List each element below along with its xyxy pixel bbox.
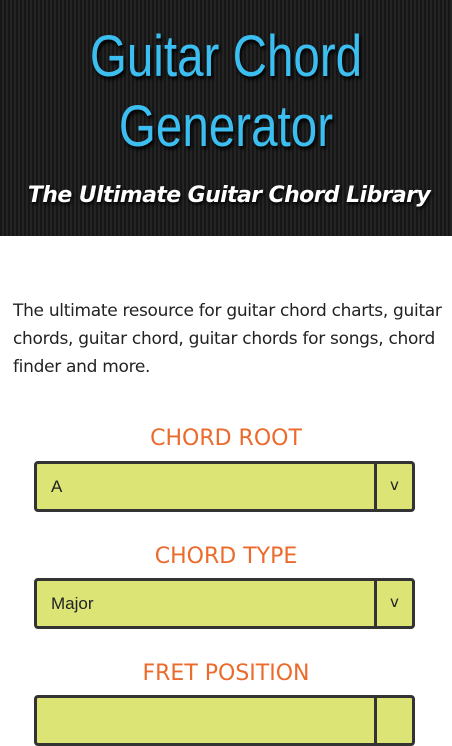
intro-text: The ultimate resource for guitar chord c… [13, 301, 442, 377]
chord-type-value: Major [51, 594, 94, 613]
chord-root-value: A [51, 477, 63, 496]
site-title-line-1: Guitar Chord [89, 24, 363, 89]
chevron-down-icon[interactable]: v [374, 464, 412, 509]
chevron-down-icon[interactable]: v [374, 581, 412, 626]
chevron-down-icon[interactable] [374, 698, 412, 743]
site-header: Guitar Chord Generator The Ultimate Guit… [0, 0, 452, 236]
chord-root-label: CHORD ROOT [150, 426, 302, 451]
site-title: Guitar Chord Generator [41, 22, 412, 162]
site-subtitle: The Ultimate Guitar Chord Library [27, 183, 431, 208]
chord-type-label: CHORD TYPE [154, 544, 298, 569]
site-title-line-2: Generator [118, 94, 334, 159]
chord-type-select[interactable]: Major v [34, 578, 415, 629]
fret-position-label: FRET POSITION [142, 661, 310, 686]
chord-root-select[interactable]: A v [34, 461, 415, 512]
